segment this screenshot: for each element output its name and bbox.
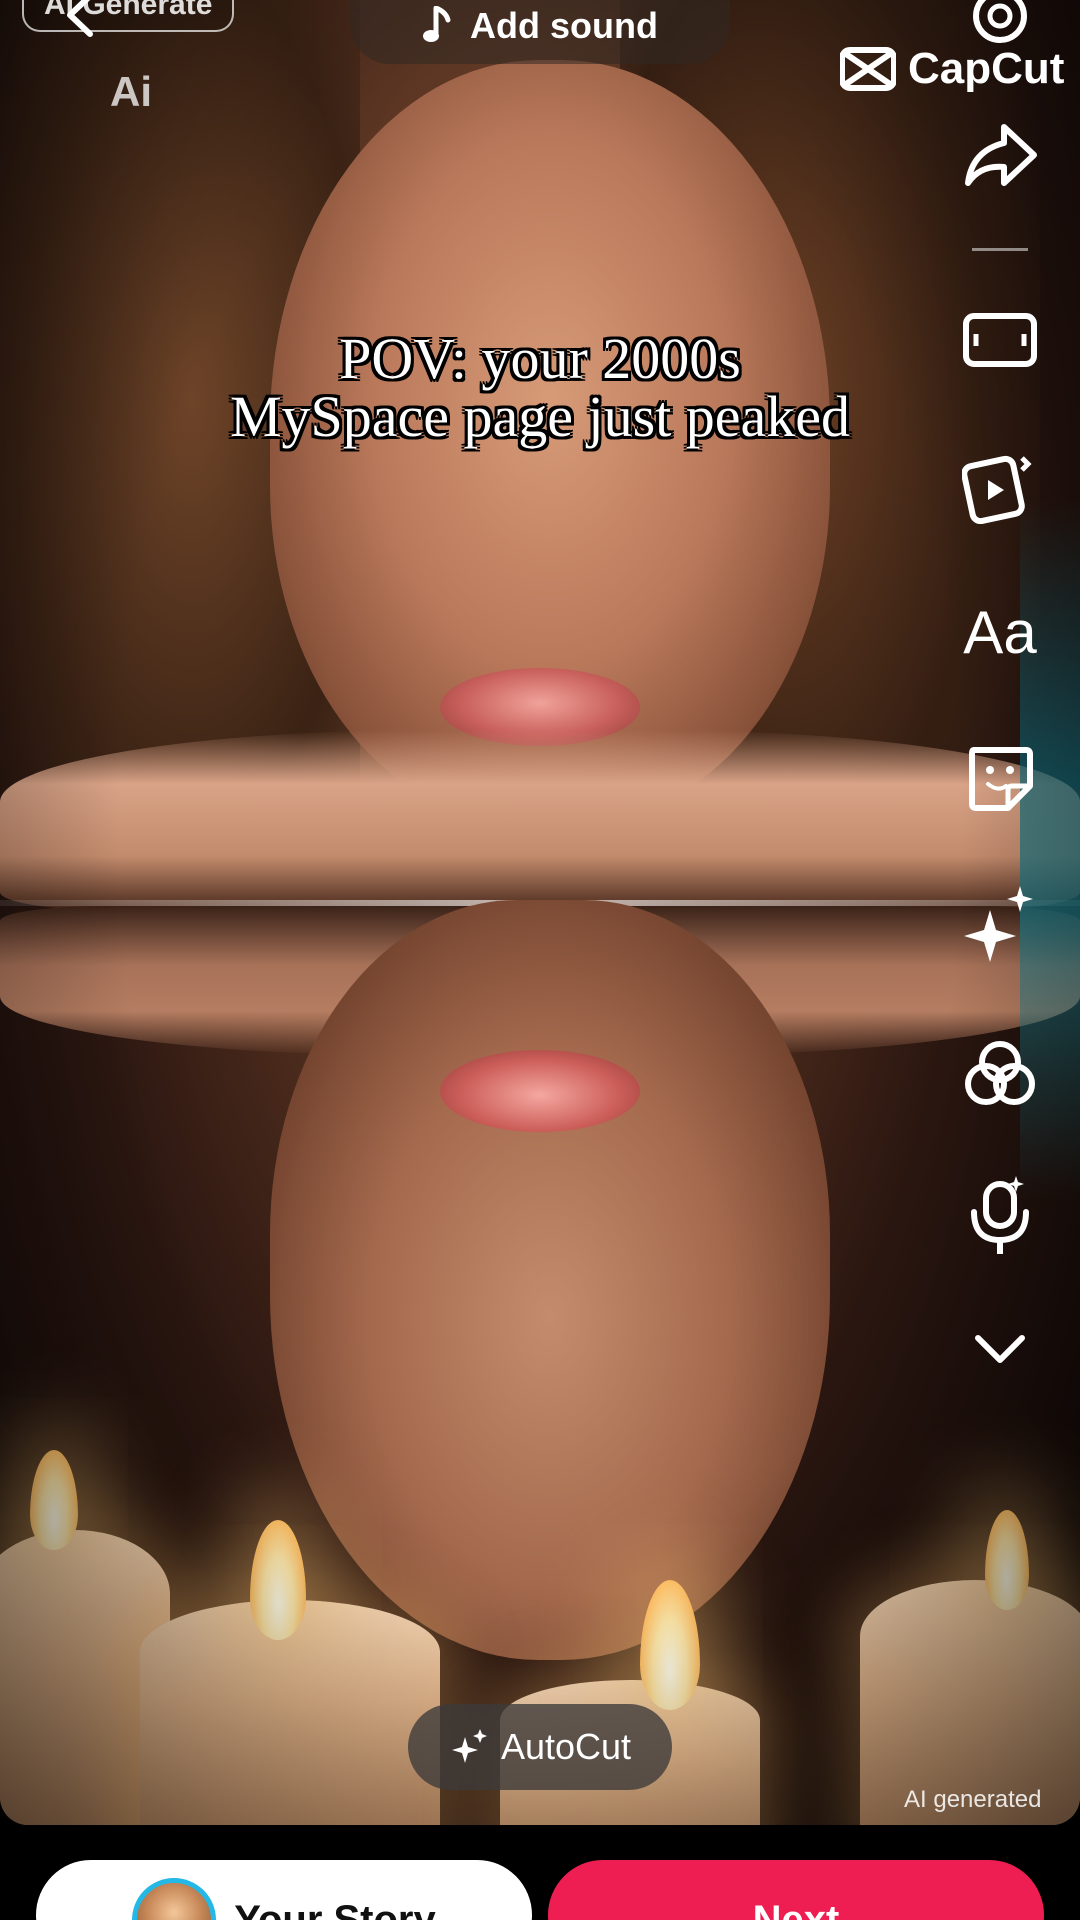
photo-lips-reflection [440, 1050, 640, 1132]
voice-effect-icon[interactable] [960, 1176, 1040, 1256]
avatar [132, 1878, 217, 1920]
rail-divider [972, 248, 1028, 251]
ai-generated-label: AI generated [904, 1786, 1042, 1813]
next-button[interactable]: Next [548, 1860, 1044, 1920]
templates-icon[interactable] [960, 446, 1040, 526]
sticker-glyph [969, 747, 1033, 811]
next-label: Next [752, 1898, 840, 1920]
settings-gear-icon [973, 0, 1027, 43]
text-icon[interactable]: Aa [960, 592, 1040, 672]
text-tool-label: Aa [963, 598, 1037, 666]
photo-face-reflection [270, 900, 830, 1660]
share-arrow-icon[interactable] [960, 116, 1040, 196]
your-story-button[interactable]: Your Story [36, 1860, 532, 1920]
more-chevron-icon[interactable] [960, 1308, 1040, 1388]
sticker-icon[interactable] [960, 738, 1040, 818]
photo-flame [30, 1450, 78, 1550]
music-note-icon [423, 6, 451, 42]
ai-badge: Ai [110, 68, 152, 115]
filters-glyph [965, 1041, 1035, 1105]
video-preview[interactable] [0, 0, 1080, 1825]
sparkle-icon [451, 1729, 487, 1763]
chevron-down-icon [975, 1335, 1025, 1363]
photo-flame [250, 1520, 306, 1640]
add-sound-label: Add sound [470, 5, 658, 46]
add-sound-button[interactable]: Add sound [350, 0, 730, 64]
autocut-button[interactable]: AutoCut [408, 1704, 672, 1790]
sparkle-glyph [964, 886, 1033, 962]
ai-generate-button[interactable]: AI Generate [22, 0, 235, 32]
settings-icon[interactable] [960, 0, 1040, 56]
effects-sparkle-icon[interactable] [960, 884, 1040, 964]
share-arrow-glyph [965, 124, 1037, 186]
autocut-label: AutoCut [500, 1726, 632, 1767]
photo-flame [985, 1510, 1029, 1610]
back-chevron-icon[interactable] [56, 0, 106, 40]
filters-icon[interactable] [960, 1034, 1040, 1114]
templates-glyph [962, 455, 1032, 524]
caption-text[interactable]: POV: your 2000s MySpace page just peaked [0, 330, 1080, 446]
your-story-label: Your Story [234, 1898, 436, 1920]
photo-hands [0, 730, 1080, 910]
caption-line-2: MySpace page just peaked [229, 384, 851, 449]
voice-effect-glyph [971, 1176, 1029, 1254]
caption-line-1: POV: your 2000s [339, 326, 741, 391]
capcut-logo-icon [840, 47, 896, 91]
video-editor-screen: AI Generate Ai Add sound CapCut Aa POV: … [0, 0, 1080, 1920]
